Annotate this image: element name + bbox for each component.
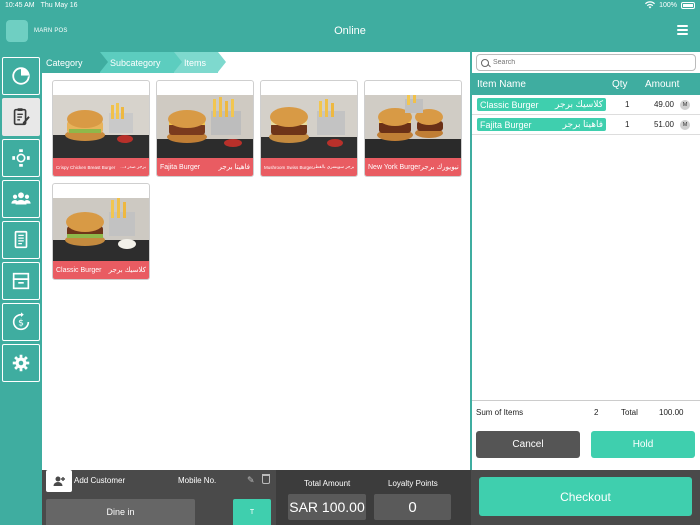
breadcrumb-subcategory[interactable]: Subcategory (100, 52, 182, 73)
product-card[interactable]: Crispy Chicken Breast Burger برجر صدر د..… (52, 80, 150, 177)
search-icon (481, 58, 489, 67)
sidebar-item-customers[interactable] (2, 180, 40, 218)
order-summary: Sum of Items 2 Total 100.00 (472, 400, 700, 422)
col-amount: Amount (645, 78, 680, 90)
search-box[interactable] (476, 54, 696, 71)
order-panel: Item Name Qty Amount Classic Burgerكلاسي… (472, 52, 700, 470)
bottom-bar: Add Customer Mobile No. ✎ Dine in T Tota… (42, 470, 700, 525)
sidebar-item-settings[interactable] (2, 344, 40, 382)
sidebar: $ (0, 52, 42, 525)
sum-items-label: Sum of Items (476, 408, 524, 417)
product-label: Crispy Chicken Breast Burger برجر صدر د..… (53, 158, 149, 176)
burger-photo (53, 198, 149, 262)
add-customer-label[interactable]: Add Customer (74, 476, 125, 485)
order-item-name[interactable]: Fajita Burger فاهيتا برجر (477, 118, 606, 131)
sidebar-item-payments[interactable]: $ (2, 303, 40, 341)
order-item-amount: 51.00 (653, 120, 674, 129)
status-bar: 10:45 AM Thu May 16 100% (0, 0, 700, 11)
search-input[interactable] (493, 59, 683, 66)
customer-section: Add Customer Mobile No. ✎ (42, 470, 272, 495)
total-amount-value: SAR 100.00 (288, 494, 366, 520)
order-item-name[interactable]: Classic Burger كلاسيك برجر (477, 98, 606, 111)
order-item-qty: 1 (625, 100, 630, 109)
order-row[interactable]: Classic Burger كلاسيك برجر 1 49.00 M (472, 95, 700, 115)
burger-photo (157, 95, 253, 159)
burger-photo (53, 95, 149, 159)
dine-in-button[interactable]: Dine in (46, 499, 195, 525)
total-value: 100.00 (659, 408, 684, 417)
loyalty-points-value: 0 (374, 494, 451, 520)
modifier-badge[interactable]: M (680, 119, 690, 130)
battery-percent: 100% (659, 2, 677, 9)
total-amount-label: Total Amount (304, 479, 351, 488)
loyalty-points-label: Loyalty Points (388, 479, 438, 488)
burger-photo (365, 95, 461, 159)
add-customer-button[interactable] (46, 470, 72, 492)
product-card[interactable]: Classic Burger كلاسيك برجر (52, 183, 150, 280)
gear-icon (12, 354, 30, 372)
document-list-icon (14, 230, 28, 249)
order-table-header: Item Name Qty Amount (472, 73, 700, 95)
sum-items-count: 2 (594, 408, 599, 417)
col-item-name: Item Name (477, 78, 526, 90)
modifier-badge[interactable]: M (680, 99, 690, 110)
status-right: 100% (645, 0, 695, 11)
product-card[interactable]: Mushroom Swiss Burger برجر سويسري بالفطر (260, 80, 358, 177)
logo-icon (6, 20, 28, 42)
users-icon (11, 192, 31, 205)
order-item-qty: 1 (625, 120, 630, 129)
order-item-amount: 49.00 (653, 100, 674, 109)
product-label: New York Burger نيويورك برجر (365, 158, 461, 176)
logo-text: MARN POS (34, 28, 68, 34)
status-date: Thu May 16 (40, 2, 78, 9)
svg-text:$: $ (18, 318, 24, 329)
total-label: Total (621, 408, 638, 417)
status-time: 10:45 AM (5, 2, 35, 9)
product-label: Mushroom Swiss Burger برجر سويسري بالفطر (261, 158, 357, 176)
sidebar-item-dashboard[interactable] (2, 57, 40, 95)
archive-icon (12, 272, 30, 290)
refund-dollar-icon: $ (12, 312, 30, 331)
sidebar-item-tables[interactable] (2, 139, 40, 177)
hamburger-menu-icon[interactable] (677, 25, 688, 35)
trash-icon[interactable] (262, 474, 270, 484)
order-row[interactable]: Fajita Burger فاهيتا برجر 1 51.00 M (472, 115, 700, 135)
sidebar-item-inventory[interactable] (2, 262, 40, 300)
pencil-icon[interactable]: ✎ (247, 475, 255, 486)
add-user-icon (53, 476, 65, 486)
sidebar-item-reports[interactable] (2, 221, 40, 259)
page-title: Online (334, 25, 366, 37)
table-button[interactable]: T (233, 499, 271, 525)
battery-icon (681, 2, 695, 9)
product-label: Fajita Burger فاهيتا برجر (157, 158, 253, 176)
sidebar-item-orders[interactable] (2, 98, 40, 136)
checkout-button[interactable]: Checkout (479, 477, 692, 516)
table-icon (12, 149, 30, 167)
hold-button[interactable]: Hold (591, 431, 695, 458)
mobile-label: Mobile No. (178, 476, 217, 485)
pie-chart-icon (12, 67, 30, 85)
wifi-icon (645, 0, 656, 11)
breadcrumb: Category Subcategory Items (42, 52, 226, 73)
breadcrumb-category[interactable]: Category (42, 52, 108, 73)
totals-section: Total Amount Loyalty Points SAR 100.00 0 (276, 470, 471, 525)
product-label: Classic Burger كلاسيك برجر (53, 261, 149, 279)
product-card[interactable]: Fajita Burger فاهيتا برجر (156, 80, 254, 177)
clipboard-edit-icon (13, 108, 30, 126)
col-qty: Qty (612, 78, 628, 90)
burger-photo (261, 95, 357, 159)
cancel-button[interactable]: Cancel (476, 431, 580, 458)
products-panel: Category Subcategory Items Crispy Chicke… (42, 52, 470, 470)
product-card[interactable]: New York Burger نيويورك برجر (364, 80, 462, 177)
app-header: MARN POS Online (0, 11, 700, 51)
